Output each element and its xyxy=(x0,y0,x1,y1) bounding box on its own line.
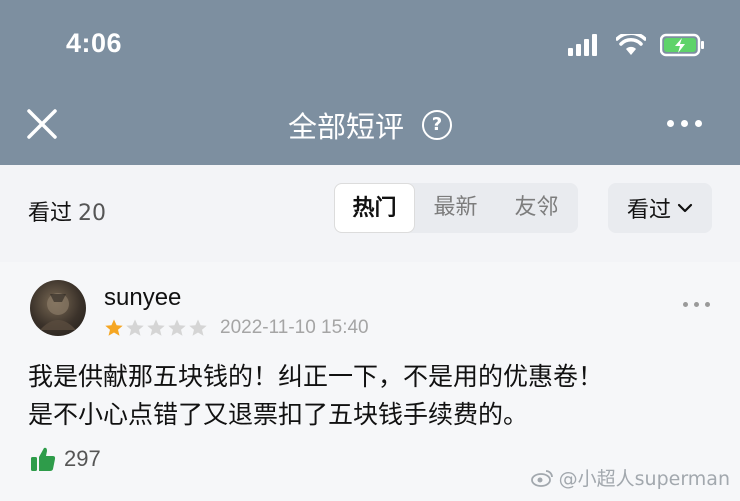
review-text: 我是供献那五块钱的！纠正一下，不是用的优惠卷！ 是不小心点错了又退票扣了五块钱手… xyxy=(28,358,718,434)
help-icon[interactable]: ? xyxy=(422,110,452,140)
review-text-line-2: 是不小心点错了又退票扣了五块钱手续费的。 xyxy=(28,400,529,429)
star-empty-icon xyxy=(189,319,207,336)
cellular-signal-icon xyxy=(568,34,597,56)
watermark: @小超人superman xyxy=(530,464,730,491)
seen-number: 20 xyxy=(78,201,107,226)
nav-title-wrap: 全部短评 ? xyxy=(0,104,740,146)
page-title: 全部短评 xyxy=(287,110,404,144)
thumbs-up-icon xyxy=(31,447,56,471)
like-count: 297 xyxy=(64,446,101,471)
avatar-image xyxy=(40,293,76,330)
star-filled-icon xyxy=(105,319,123,336)
battery-charging-icon xyxy=(660,33,704,57)
watched-filter-dropdown[interactable]: 看过 xyxy=(608,183,712,233)
tab-hot[interactable]: 热门 xyxy=(334,183,415,233)
review-text-line-1: 我是供献那五块钱的！纠正一下，不是用的优惠卷！ xyxy=(28,362,604,391)
star-rating xyxy=(104,318,208,338)
sort-segment: 热门 最新 友邻 xyxy=(334,183,578,233)
wifi-icon xyxy=(616,34,646,55)
star-empty-icon xyxy=(168,319,186,336)
avatar[interactable] xyxy=(30,280,86,336)
username[interactable]: sunyee xyxy=(104,284,181,312)
like-button[interactable]: 297 xyxy=(30,446,101,472)
star-empty-icon xyxy=(147,319,165,336)
watermark-text: @小超人superman xyxy=(558,468,730,490)
top-header: 4:06 全部短评 ? xyxy=(0,0,740,165)
weibo-logo-icon xyxy=(530,469,553,487)
review-card: sunyee 2022-11-10 15:40 我是供献那五块钱的！纠正一下，不… xyxy=(0,262,740,501)
seen-label: 看过 xyxy=(28,201,73,226)
review-date: 2022-11-10 15:40 xyxy=(220,317,369,338)
status-icons xyxy=(568,33,706,57)
more-options-icon[interactable] xyxy=(667,120,702,127)
rating-row: 2022-11-10 15:40 xyxy=(104,317,369,339)
tab-latest[interactable]: 最新 xyxy=(415,183,496,233)
seen-count: 看过 20 xyxy=(28,195,106,227)
tab-friends[interactable]: 友邻 xyxy=(496,183,577,233)
status-time: 4:06 xyxy=(66,28,123,58)
dropdown-label: 看过 xyxy=(626,198,671,223)
star-empty-icon xyxy=(126,319,144,336)
filter-bar: 看过 20 热门 最新 友邻 看过 xyxy=(0,165,740,255)
review-more-icon[interactable] xyxy=(683,302,710,307)
chevron-down-icon xyxy=(677,203,693,213)
